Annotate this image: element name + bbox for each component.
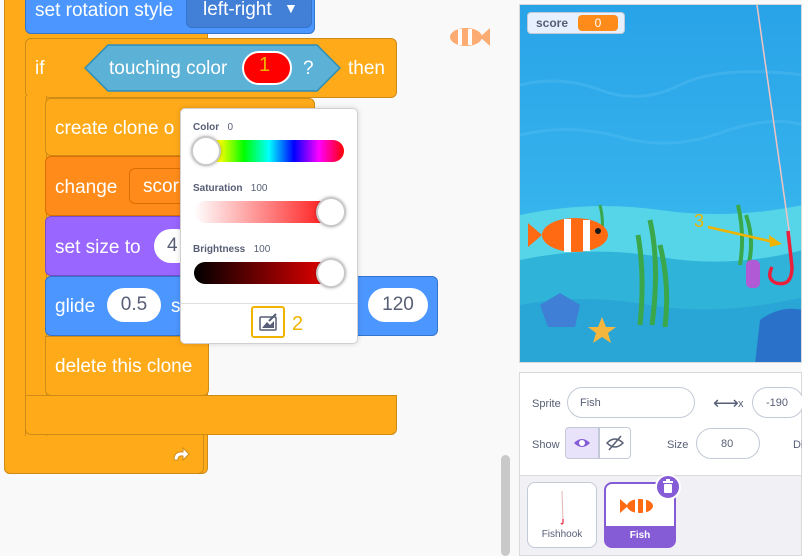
x-position-value: -190 (766, 397, 789, 409)
code-scrollbar[interactable] (501, 455, 510, 556)
repeat-arrow-icon (168, 444, 192, 468)
direction-label: Di (793, 439, 802, 451)
glide-y-input[interactable]: 120 (368, 288, 428, 322)
saturation-value-text: 100 (250, 183, 268, 194)
variable-dropdown-value: scor (143, 176, 179, 197)
sprite-tile-fishhook[interactable]: Fishhook (527, 482, 597, 548)
annotation-1: 1 (259, 54, 271, 76)
brightness-value-text: 100 (253, 244, 271, 255)
glide-secs-value: 0.5 (120, 294, 148, 315)
if-label: if (35, 58, 45, 79)
annotation-2: 2 (292, 313, 304, 335)
rotation-style-dropdown[interactable]: left-right ▼ (186, 0, 312, 28)
score-monitor-label: score (536, 16, 569, 30)
stage-backdrop (520, 5, 801, 362)
eye-icon (574, 439, 590, 447)
size-input-field[interactable]: 80 (696, 428, 760, 459)
score-variable-monitor[interactable]: score 0 (527, 12, 625, 34)
x-arrows-icon: ⟷ (713, 393, 739, 413)
size-input-value: 4 (167, 235, 178, 256)
eyedropper-icon (259, 313, 277, 331)
brightness-label-text: Brightness (193, 244, 246, 255)
color-value-text: 0 (227, 122, 234, 133)
create-clone-label: create clone o (55, 118, 175, 139)
x-position-input[interactable]: -190 (752, 387, 802, 418)
change-label: change (55, 177, 118, 198)
color-slider-knob[interactable] (191, 136, 221, 166)
sprite-name-input[interactable]: Fish (567, 387, 695, 418)
if-left-arm (25, 96, 47, 436)
delete-clone-label: delete this clone (55, 356, 193, 377)
glide-y-value: 120 (382, 294, 414, 315)
sprite-tile-fishhook-label: Fishhook (541, 529, 583, 540)
x-label: x (738, 398, 744, 410)
delete-sprite-button[interactable] (655, 474, 681, 500)
color-label-text: Color (193, 122, 220, 133)
show-visible-button[interactable] (565, 427, 599, 459)
sprite-thumbnail-icon (440, 22, 492, 52)
annotation-3: 3 (694, 211, 705, 231)
score-monitor-value: 0 (578, 15, 618, 31)
then-label: then (348, 58, 385, 79)
color-slider-label: Color 0 (193, 122, 233, 133)
size-label: Size (667, 439, 689, 451)
touching-color-label: touching color (109, 58, 228, 79)
color-picker-popup: Color 0 Saturation 100 Brightness 100 2 (180, 108, 358, 344)
rotation-style-value: left-right (203, 0, 272, 20)
sprite-name-label: Sprite (532, 398, 561, 410)
saturation-label-text: Saturation (193, 183, 243, 194)
picker-divider (181, 303, 357, 304)
if-bottom-arm (25, 395, 397, 435)
size-field-value: 80 (721, 438, 734, 450)
chevron-down-icon: ▼ (284, 0, 298, 16)
glide-label: glide (55, 296, 96, 317)
stage[interactable]: 3 (519, 4, 802, 363)
show-hidden-button[interactable] (599, 427, 631, 459)
eye-slash-icon (605, 435, 625, 451)
set-rotation-style-label: set rotation style (35, 0, 174, 21)
question-mark-label: ? (303, 58, 314, 79)
fishhook-thumbnail-icon (560, 490, 564, 525)
sprite-tile-fish-label: Fish (629, 530, 651, 541)
trash-icon (663, 479, 673, 493)
brightness-slider-label: Brightness 100 (193, 244, 270, 255)
saturation-slider-knob[interactable] (316, 197, 346, 227)
show-label: Show (532, 439, 560, 451)
set-size-label: set size to (55, 237, 141, 258)
glide-secs-input[interactable]: 0.5 (107, 288, 161, 322)
sprite-name-value: Fish (580, 397, 601, 409)
saturation-slider-label: Saturation 100 (193, 183, 267, 194)
brightness-slider-knob[interactable] (316, 258, 346, 288)
eyedropper-button[interactable] (251, 306, 285, 338)
